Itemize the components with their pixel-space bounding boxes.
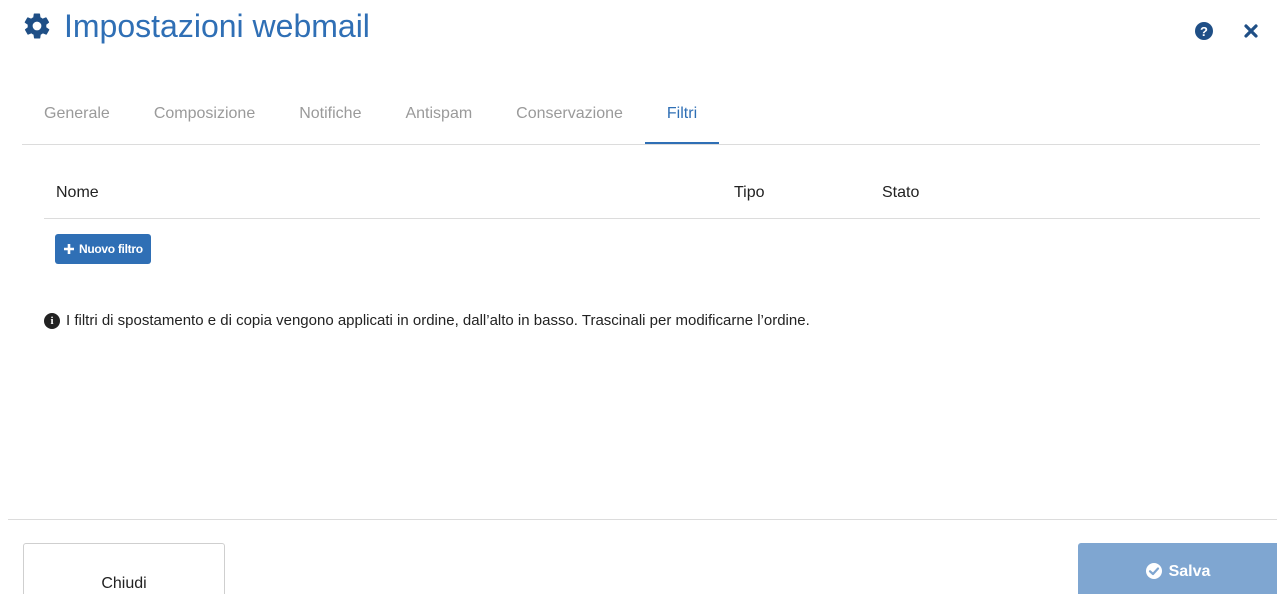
tab-conservazione[interactable]: Conservazione (494, 86, 645, 142)
column-header-state[interactable]: Stato (882, 184, 919, 202)
gear-icon (24, 13, 50, 39)
footer-divider (8, 519, 1277, 520)
check-circle-icon (1145, 563, 1162, 579)
add-filter-label: Nuovo filtro (79, 242, 143, 256)
tab-filtri[interactable]: Filtri (644, 86, 720, 144)
close-icon[interactable] (1243, 23, 1259, 39)
filters-info-note: i I filtri di spostamento e di copia ven… (44, 312, 810, 329)
settings-tabs: Generale Composizione Notifiche Antispam… (22, 86, 1260, 145)
column-header-type[interactable]: Tipo (734, 184, 765, 202)
info-text: I filtri di spostamento e di copia vengo… (66, 312, 810, 329)
column-header-name[interactable]: Nome (56, 184, 99, 202)
tab-notifiche[interactable]: Notifiche (277, 86, 383, 142)
header-actions: ? (1195, 22, 1259, 40)
question-circle-icon[interactable]: ? (1195, 22, 1213, 40)
filters-table-header: Nome Tipo Stato (44, 168, 1260, 219)
plus-icon (64, 244, 74, 254)
close-button[interactable]: Chiudi (23, 543, 225, 594)
add-filter-button[interactable]: Nuovo filtro (55, 234, 151, 264)
dialog-header: Impostazioni webmail (22, 10, 370, 42)
tab-generale[interactable]: Generale (22, 86, 132, 142)
tab-antispam[interactable]: Antispam (383, 86, 494, 142)
info-circle-icon: i (44, 312, 60, 329)
tab-composizione[interactable]: Composizione (132, 86, 277, 142)
dialog-title: Impostazioni webmail (64, 8, 370, 44)
save-label: Salva (1168, 563, 1211, 580)
save-button[interactable]: Salva (1078, 543, 1277, 594)
webmail-settings-dialog: Impostazioni webmail ? Generale Composiz… (0, 0, 1277, 594)
